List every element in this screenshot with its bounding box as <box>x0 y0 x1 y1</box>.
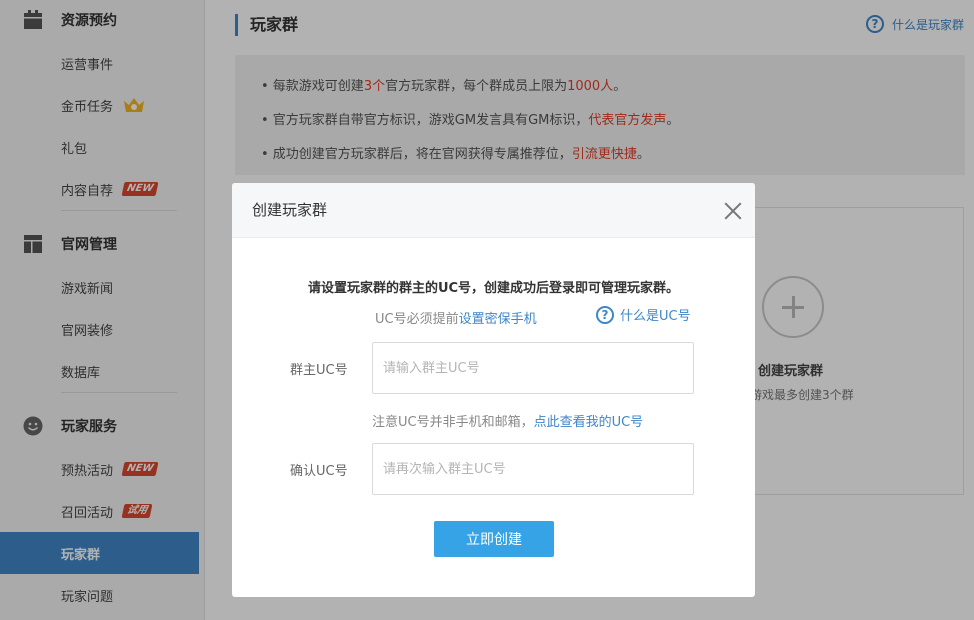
uc-hint: UC号必须提前设置密保手机 <box>375 308 537 327</box>
modal-intro: 请设置玩家群的群主的UC号，创建成功后登录即可管理玩家群。 <box>307 281 680 296</box>
confirm-uc-input[interactable] <box>372 443 694 495</box>
help-icon: ? <box>596 305 614 324</box>
modal-header: 创建玩家群 <box>232 183 755 238</box>
help-link-label: 什么是UC号 <box>620 309 691 324</box>
modal-title: 创建玩家群 <box>252 201 328 219</box>
view-my-uc-link[interactable]: 点此查看我的UC号 <box>534 415 644 430</box>
uc-hint-text: UC号必须提前 <box>375 312 459 327</box>
create-group-modal: 创建玩家群 请设置玩家群的群主的UC号，创建成功后登录即可管理玩家群。 UC号必… <box>232 183 755 597</box>
uc-note-text: 注意UC号并非手机和邮箱， <box>372 415 534 430</box>
app-root: 资源预约 运营事件 金币任务 礼包 内容自荐 NEW 官网管理 游戏新闻 官网装… <box>0 0 974 620</box>
create-now-button[interactable]: 立即创建 <box>434 521 554 557</box>
set-security-phone-link[interactable]: 设置密保手机 <box>459 312 537 327</box>
confirm-uc-label: 确认UC号 <box>290 464 348 479</box>
what-is-uc-link[interactable]: ? 什么是UC号 <box>596 305 691 324</box>
owner-uc-input[interactable] <box>372 342 694 394</box>
close-icon[interactable] <box>723 201 743 221</box>
owner-uc-label: 群主UC号 <box>290 363 348 378</box>
uc-note: 注意UC号并非手机和邮箱，点此查看我的UC号 <box>372 411 643 430</box>
